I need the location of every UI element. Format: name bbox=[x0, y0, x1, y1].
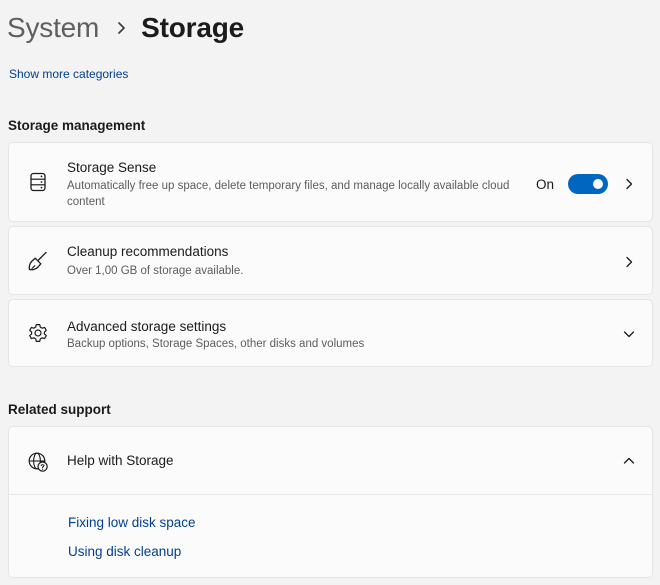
show-more-categories-link[interactable]: Show more categories bbox=[9, 67, 128, 81]
storage-sense-description: Automatically free up space, delete temp… bbox=[67, 180, 510, 208]
breadcrumb-system[interactable]: System bbox=[7, 12, 99, 44]
help-link-using-disk-cleanup[interactable]: Using disk cleanup bbox=[68, 544, 181, 559]
help-with-storage-card: Help with Storage Fixing low disk space … bbox=[8, 426, 653, 578]
chevron-right-icon bbox=[117, 21, 127, 35]
help-link-fixing-low-disk-space[interactable]: Fixing low disk space bbox=[68, 515, 196, 530]
broom-icon bbox=[27, 250, 49, 272]
cleanup-title: Cleanup recommendations bbox=[67, 244, 229, 259]
storage-sense-title: Storage Sense bbox=[67, 160, 157, 175]
advanced-storage-title: Advanced storage settings bbox=[67, 319, 227, 334]
chevron-down-icon[interactable] bbox=[622, 327, 636, 341]
globe-help-icon bbox=[27, 451, 49, 473]
cleanup-description: Over 1,00 GB of storage available. bbox=[67, 265, 244, 277]
storage-sense-card[interactable]: Storage Sense Automatically free up spac… bbox=[8, 142, 653, 222]
chevron-right-icon[interactable] bbox=[622, 255, 636, 269]
advanced-storage-settings-card[interactable]: Advanced storage settings Backup options… bbox=[8, 299, 653, 367]
toggle-knob bbox=[593, 179, 603, 189]
chevron-up-icon[interactable] bbox=[622, 454, 636, 468]
breadcrumb: System Storage bbox=[7, 10, 244, 46]
storage-drive-icon bbox=[27, 171, 49, 193]
storage-management-heading: Storage management bbox=[8, 118, 146, 133]
divider bbox=[9, 494, 652, 495]
related-support-heading: Related support bbox=[8, 402, 111, 417]
help-with-storage-title[interactable]: Help with Storage bbox=[67, 453, 174, 468]
storage-sense-toggle-label: On bbox=[536, 177, 555, 192]
gear-icon bbox=[27, 322, 49, 344]
storage-sense-toggle[interactable] bbox=[568, 174, 608, 194]
page-title: Storage bbox=[141, 12, 245, 43]
chevron-right-icon[interactable] bbox=[622, 177, 636, 191]
advanced-storage-description: Backup options, Storage Spaces, other di… bbox=[67, 338, 365, 350]
cleanup-recommendations-card[interactable]: Cleanup recommendations Over 1,00 GB of … bbox=[8, 226, 653, 295]
